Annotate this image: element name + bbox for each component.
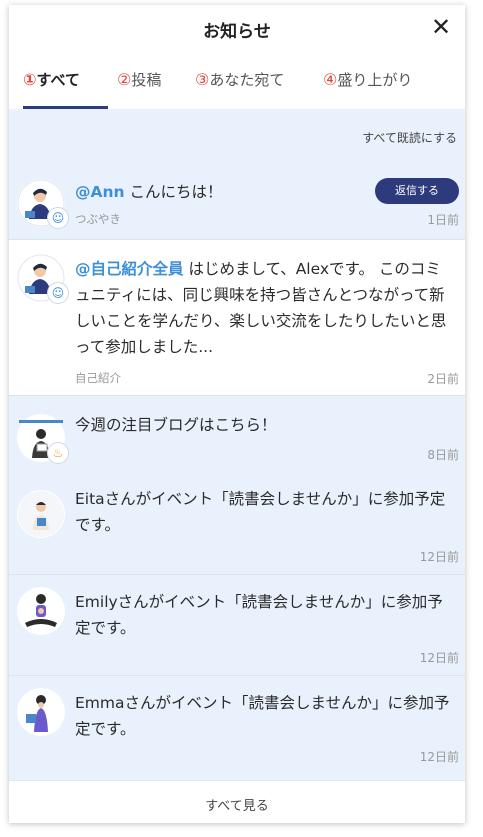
meditating-person-illustration-icon — [18, 588, 64, 634]
tab-number: ④ — [323, 70, 338, 89]
tab-label: 盛り上がり — [337, 71, 413, 89]
avatar: ♨ — [17, 414, 69, 464]
tab-number: ③ — [195, 70, 210, 89]
avatar — [17, 688, 65, 736]
timestamp: 12日前 — [419, 550, 459, 564]
mark-all-read-button[interactable]: すべて既読にする — [362, 129, 457, 146]
timestamp: 1日前 — [427, 213, 459, 227]
tab-number: ① — [23, 70, 37, 89]
notification-message: 今週の注目ブログはこちら！ — [75, 416, 277, 434]
fire-icon: ♨ — [47, 442, 69, 464]
header: お知らせ ✕ — [9, 5, 465, 51]
mention[interactable]: @自己紹介全員 — [75, 260, 184, 278]
reply-button[interactable]: 返信する — [375, 178, 459, 204]
notification-message: Emmaさんがイベント「読書会しませんか」に参加予定です。 — [75, 694, 450, 738]
timestamp: 2日前 — [427, 372, 459, 386]
tab-trending[interactable]: ④盛り上がり — [323, 69, 412, 90]
message-text: こんにちは！ — [124, 183, 223, 201]
tab-label: あなた宛て — [209, 71, 285, 89]
smiley-icon: ☺ — [47, 282, 69, 304]
timestamp: 12日前 — [419, 651, 459, 665]
page-title: お知らせ — [203, 22, 271, 42]
notification-item[interactable]: ☺ @Ann こんにちは！ つぶやき 返信する 1日前 — [9, 165, 465, 239]
notification-category: つぶやき — [75, 212, 121, 226]
timestamp: 12日前 — [419, 750, 459, 764]
tab-all[interactable]: ①すべて — [23, 69, 80, 90]
notification-item[interactable]: Emilyさんがイベント「読書会しませんか」に参加予定です。 12日前 — [9, 575, 465, 675]
tab-number: ② — [117, 70, 132, 89]
notification-category: 自己紹介 — [75, 371, 121, 385]
notification-message: @自己紹介全員 はじめまして、Alexです。 このコミュニティには、同じ興味を持… — [75, 256, 455, 360]
see-all-link[interactable]: すべて見る — [9, 795, 465, 814]
mention[interactable]: @Ann — [75, 183, 125, 201]
mark-all-row: すべて既読にする — [9, 109, 465, 165]
footer: すべて見る — [9, 780, 465, 823]
timestamp: 8日前 — [427, 448, 459, 462]
notification-item[interactable]: Emmaさんがイベント「読書会しませんか」に参加予定です。 12日前 — [9, 676, 465, 780]
notification-item[interactable]: ☺ @自己紹介全員 はじめまして、Alexです。 このコミュニティには、同じ興味… — [9, 240, 465, 395]
tab-posts[interactable]: ②投稿 — [117, 69, 161, 90]
notification-message: Eitaさんがイベント「読書会しませんか」に参加予定です。 — [75, 490, 446, 534]
avatar — [17, 490, 65, 538]
notifications-panel: お知らせ ✕ ①すべて ②投稿 ③あなた宛て ④盛り上がり すべて既読にする ☺… — [9, 5, 465, 823]
tab-label: 投稿 — [131, 71, 162, 89]
tab-bar: ①すべて ②投稿 ③あなた宛て ④盛り上がり — [9, 51, 465, 109]
person-illustration-icon — [18, 689, 64, 735]
notification-item[interactable]: Eitaさんがイベント「読書会しませんか」に参加予定です。 12日前 — [9, 468, 465, 574]
tab-to-you[interactable]: ③あなた宛て — [195, 69, 284, 90]
avatar — [17, 587, 65, 635]
close-icon[interactable]: ✕ — [427, 13, 455, 41]
person-illustration-icon — [18, 491, 64, 537]
tab-label: すべて — [36, 71, 80, 89]
notification-item[interactable]: ♨ 今週の注目ブログはこちら！ 8日前 — [9, 396, 465, 468]
notification-message: Emilyさんがイベント「読書会しませんか」に参加予定です。 — [75, 593, 443, 637]
avatar: ☺ — [17, 254, 69, 304]
avatar: ☺ — [17, 179, 69, 229]
smiley-icon: ☺ — [47, 207, 69, 229]
